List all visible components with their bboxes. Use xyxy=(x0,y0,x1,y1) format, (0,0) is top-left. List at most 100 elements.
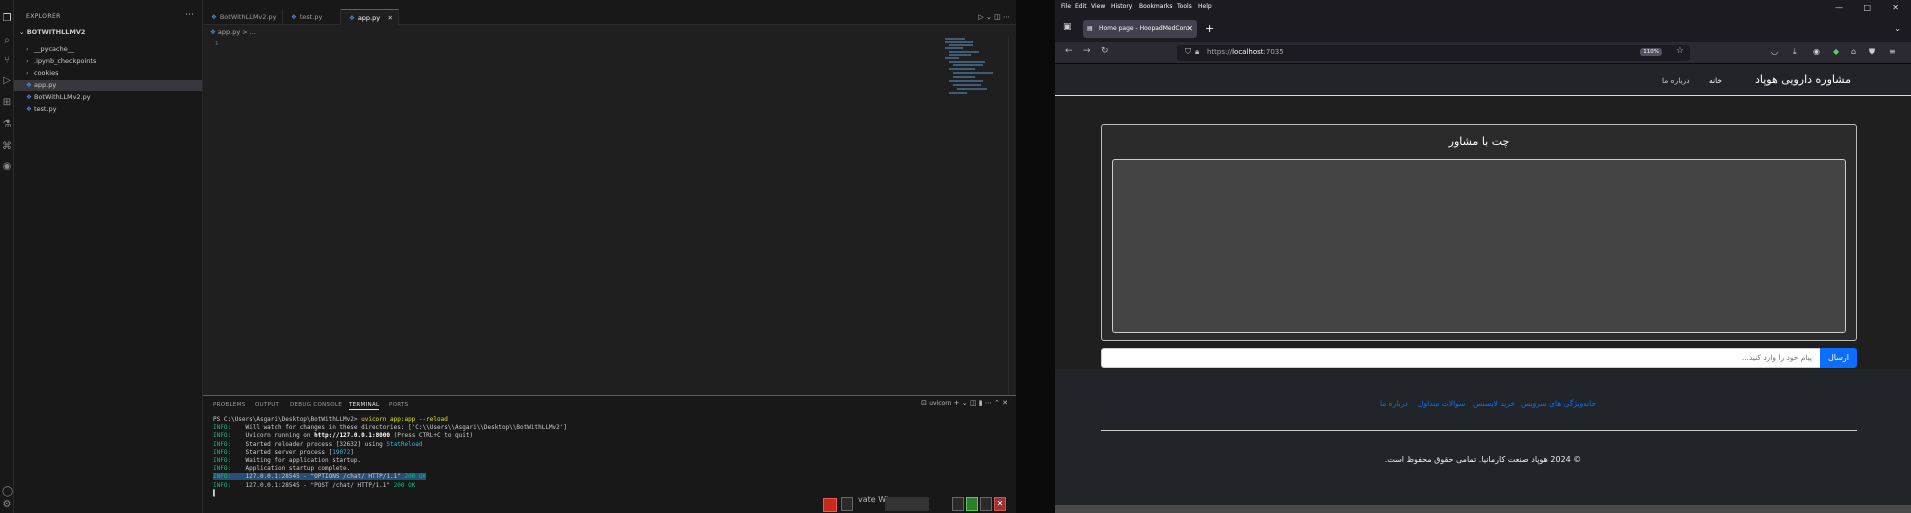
root-folder[interactable]: ⌄ BOTWITHLLMV2 xyxy=(19,28,85,36)
list-tabs-icon[interactable]: ⌄ xyxy=(1894,24,1901,33)
terminal-extra: StatReload xyxy=(386,440,423,448)
message-input[interactable]: پیام خود را وارد کنید... xyxy=(1101,348,1821,368)
close-panel-icon[interactable]: ✕ xyxy=(1002,399,1008,407)
chevron-down-icon: ⌄ xyxy=(19,28,25,36)
menu-file[interactable]: File xyxy=(1061,3,1071,10)
chat-messages[interactable] xyxy=(1112,159,1846,333)
trash-icon[interactable]: ▮ xyxy=(979,399,983,407)
more-actions-icon[interactable]: ⋯ xyxy=(985,399,992,407)
reload-icon[interactable]: ↻ xyxy=(1101,46,1109,56)
nav-home[interactable]: خانه xyxy=(1709,76,1722,85)
search-icon[interactable]: ⌕ xyxy=(2,36,12,46)
menu-hamburger-icon[interactable]: ≡ xyxy=(1889,47,1896,56)
extension-icon[interactable]: ◆ xyxy=(1833,47,1839,56)
close-tab-icon[interactable]: ✕ xyxy=(388,10,393,26)
extensions-icon[interactable]: ⊞ xyxy=(2,98,12,108)
minimap[interactable] xyxy=(945,36,1005,106)
pocket-icon[interactable]: ◡ xyxy=(1771,47,1778,56)
panel-tab-debug-console[interactable]: DEBUG CONSOLE xyxy=(290,402,342,408)
account-icon[interactable]: ◉ xyxy=(1813,47,1820,56)
back-icon[interactable]: ← xyxy=(1065,46,1073,56)
menu-view[interactable]: View xyxy=(1091,3,1105,10)
tree-folder[interactable]: › cookies xyxy=(14,68,202,79)
source-control-icon[interactable]: ⑂ xyxy=(2,56,12,66)
split-terminal-icon[interactable]: ◫ xyxy=(970,399,977,407)
menu-help[interactable]: Help xyxy=(1198,3,1212,10)
new-tab-button[interactable]: + xyxy=(1205,22,1214,35)
site-brand[interactable]: مشاوره دارویی هوپاد xyxy=(1755,73,1851,86)
screen-icon[interactable] xyxy=(952,497,964,511)
maximize-icon[interactable]: □ xyxy=(1863,3,1871,12)
menu-tools[interactable]: Tools xyxy=(1177,3,1192,10)
tree-folder[interactable]: › __pycache__ xyxy=(14,44,202,55)
panel-tab-problems[interactable]: PROBLEMS xyxy=(213,402,245,408)
terminal-tag: INFO: xyxy=(213,465,232,473)
close-window-icon[interactable]: ✕ xyxy=(1892,3,1899,12)
green-status-icon[interactable] xyxy=(966,497,978,511)
forward-icon[interactable]: → xyxy=(1083,46,1091,56)
home-icon[interactable] xyxy=(841,497,853,511)
panel-tab-terminal[interactable]: TERMINAL xyxy=(349,402,380,410)
downloads-icon[interactable]: ⤓ xyxy=(1793,47,1797,57)
run-debug-icon[interactable]: ▷ xyxy=(2,76,12,86)
terminal-text: 127.0.0.1:28545 - "OPTIONS /chat/ HTTP/1… xyxy=(231,473,405,481)
python-icon[interactable]: ⌘ xyxy=(2,142,12,152)
tree-file[interactable]: ❖ BotWithLLMv2.py xyxy=(14,92,202,103)
chevron-down-icon[interactable]: ⌄ xyxy=(986,13,992,21)
footer-link-features[interactable]: ویژگی های سرویس xyxy=(1521,399,1583,408)
tab-botwithllmv2[interactable]: ❖ BotWithLLMv2.py xyxy=(203,9,283,25)
new-terminal-icon[interactable]: + xyxy=(954,399,960,407)
tree-file[interactable]: ❖ test.py xyxy=(14,104,202,115)
browser-tab[interactable]: ▤ Home page - HoopadMedCon ✕ xyxy=(1083,20,1197,38)
close-icon[interactable]: ✕ xyxy=(994,497,1006,511)
record-button[interactable] xyxy=(823,498,837,512)
maximize-panel-icon[interactable]: ⌃ xyxy=(994,399,1000,407)
menu-history[interactable]: History xyxy=(1111,3,1132,10)
footer-link-faq[interactable]: سوالات متداول xyxy=(1418,399,1465,408)
settings-gear-icon[interactable]: ⚙ xyxy=(2,500,12,510)
bookmark-star-icon[interactable]: ☆ xyxy=(1676,46,1684,56)
panel-tab-output[interactable]: OUTPUT xyxy=(255,402,279,408)
footer-link-home[interactable]: خانه xyxy=(1583,399,1596,408)
nav-about[interactable]: درباره ما xyxy=(1662,76,1690,85)
explorer-icon[interactable]: ❐ xyxy=(2,14,12,24)
run-file-icon[interactable]: ▷ xyxy=(978,13,983,21)
extension-puzzle-icon[interactable]: ⌂ xyxy=(1851,47,1856,56)
more-actions-icon[interactable]: ⋯ xyxy=(1003,13,1010,21)
send-button[interactable]: ارسال xyxy=(1820,348,1857,368)
activity-bar: ❐ ⌕ ⑂ ▷ ⊞ ⚗ ⌘ ◉ ◯ ⚙ xyxy=(0,0,14,513)
panel-tab-ports[interactable]: PORTS xyxy=(389,402,408,408)
url-bar[interactable]: ⛉ 🔒︎ https://localhost:7035 110% ☆ xyxy=(1177,45,1690,61)
python-file-icon: ❖ xyxy=(210,28,216,36)
close-tab-icon[interactable]: ✕ xyxy=(1186,20,1193,38)
shield-extension-icon[interactable]: ⛊ xyxy=(1869,47,1875,57)
breadcrumb[interactable]: ❖ app.py > ... xyxy=(210,28,256,36)
remote-icon[interactable]: ◉ xyxy=(2,162,12,172)
editor-actions: ▷ ⌄ ◫ ⋯ xyxy=(978,9,1010,25)
tab-test[interactable]: ❖ test.py xyxy=(283,9,341,25)
tree-folder[interactable]: › .ipynb_checkpoints xyxy=(14,56,202,67)
more-actions-icon[interactable]: ⋯ xyxy=(185,10,194,20)
terminal-name[interactable]: uvicorn xyxy=(929,400,951,407)
testing-icon[interactable]: ⚗ xyxy=(2,120,12,130)
horizontal-scrollbar[interactable] xyxy=(1055,505,1911,513)
zoom-level[interactable]: 110% xyxy=(1640,48,1662,56)
container-icon[interactable]: ▣ xyxy=(1063,22,1072,32)
pin-icon[interactable] xyxy=(980,497,992,511)
page-icon: ▤ xyxy=(1087,25,1093,32)
account-icon[interactable]: ◯ xyxy=(2,487,13,497)
minimize-icon[interactable]: — xyxy=(1835,3,1843,12)
menu-edit[interactable]: Edit xyxy=(1075,3,1087,10)
tab-app[interactable]: ❖ app.py ✕ xyxy=(341,9,399,25)
tracking-shield-icon[interactable]: ⛉ xyxy=(1185,47,1191,57)
python-file-icon: ❖ xyxy=(349,14,355,22)
footer-link-about[interactable]: درباره ما xyxy=(1380,399,1408,408)
chevron-down-icon[interactable]: ⌄ xyxy=(962,399,968,407)
tree-file[interactable]: ❖ app.py xyxy=(14,80,202,91)
menu-bookmarks[interactable]: Bookmarks xyxy=(1139,3,1173,10)
vertical-scrollbar[interactable] xyxy=(1008,36,1016,396)
terminal-output[interactable]: PS C:\Users\Asgari\Desktop\BotWithLLMv2>… xyxy=(213,416,1003,498)
footer-link-license[interactable]: خرید لایسنس xyxy=(1473,399,1515,408)
split-editor-icon[interactable]: ◫ xyxy=(994,13,1001,21)
lock-icon[interactable]: 🔒︎ xyxy=(1195,47,1199,57)
